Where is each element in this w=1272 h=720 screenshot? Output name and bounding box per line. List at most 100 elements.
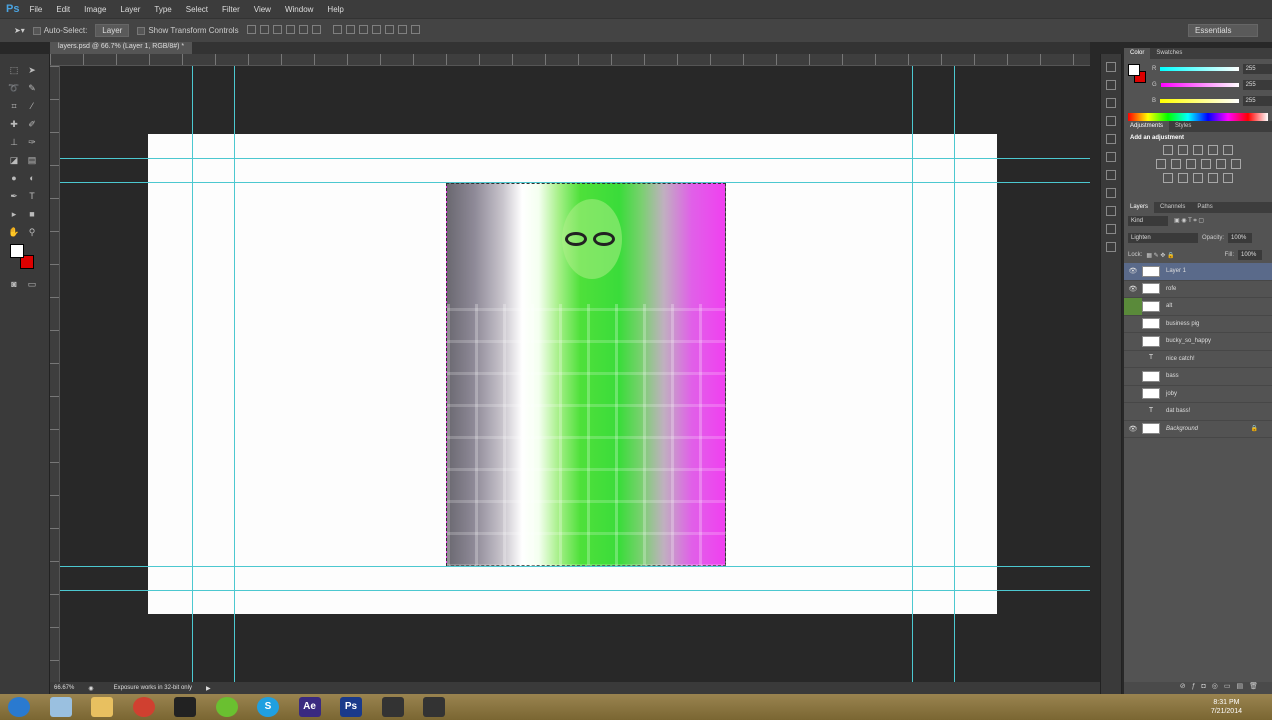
threshold-icon[interactable]	[1193, 173, 1203, 183]
tab-color[interactable]: Color	[1124, 48, 1151, 59]
tab-swatches[interactable]: Swatches	[1150, 48, 1188, 59]
menu-help[interactable]: Help	[327, 5, 343, 14]
eyedropper-tool-icon[interactable]: ⁄	[26, 100, 38, 112]
layer-name[interactable]: dat bass!	[1166, 408, 1190, 414]
layer-name[interactable]: bass	[1166, 373, 1179, 379]
black-white-icon[interactable]	[1185, 159, 1196, 169]
tools-icon[interactable]	[1106, 242, 1116, 252]
blue-value[interactable]: 255	[1242, 96, 1272, 106]
zoom-tool-icon[interactable]: ⚲	[26, 226, 38, 238]
taskbar-chrome-icon[interactable]	[132, 697, 155, 717]
blue-slider[interactable]	[1160, 99, 1239, 103]
opacity-value[interactable]: 100%	[1228, 233, 1253, 243]
foreground-color-swatch[interactable]	[10, 244, 24, 258]
invert-icon[interactable]	[1163, 173, 1173, 183]
filter-icons[interactable]: ▣ ◉ T ⌗ ▢	[1174, 217, 1204, 225]
channel-mixer-icon[interactable]	[1215, 159, 1226, 169]
foreground-color[interactable]	[1128, 64, 1140, 76]
tab-channels[interactable]: Channels	[1154, 202, 1191, 213]
menu-type[interactable]: Type	[154, 5, 171, 14]
distribute-buttons[interactable]	[332, 25, 424, 36]
workspace-dropdown[interactable]: Essentials	[1188, 24, 1258, 37]
color-balance-icon[interactable]	[1170, 159, 1181, 169]
menu-edit[interactable]: Edit	[56, 5, 70, 14]
character-panel-icon[interactable]	[1106, 170, 1116, 180]
red-slider[interactable]	[1160, 67, 1239, 71]
dodge-tool-icon[interactable]: ◐	[26, 172, 38, 184]
guide-horizontal[interactable]	[60, 182, 1090, 183]
taskbar-photoshop-icon[interactable]: Ps	[340, 697, 362, 717]
layer-actions-bar[interactable]: ⊘ƒ◘◎▭▤🗑	[1124, 682, 1272, 694]
tab-styles[interactable]: Styles	[1169, 121, 1197, 132]
brightness-icon[interactable]	[1163, 145, 1173, 155]
exposure-icon[interactable]	[1208, 145, 1218, 155]
green-value[interactable]: 255	[1242, 80, 1272, 90]
paragraph-panel-icon[interactable]	[1106, 188, 1116, 198]
taskbar-steam-icon[interactable]	[174, 697, 196, 717]
layer-name[interactable]: joby	[1166, 391, 1177, 397]
taskbar-after-effects-icon[interactable]: Ae	[298, 697, 321, 717]
taskbar-explorer-icon[interactable]	[91, 697, 113, 717]
visibility-eye-icon[interactable]: 👁	[1124, 285, 1142, 293]
photo-filter-icon[interactable]	[1200, 159, 1211, 169]
lasso-tool-icon[interactable]: ➰	[8, 82, 20, 94]
quick-mask-icon[interactable]: ◙	[8, 278, 20, 290]
layer-row[interactable]: alt	[1124, 297, 1272, 316]
layer-row[interactable]: 👁 Background 🔒	[1124, 421, 1272, 438]
layer-name[interactable]: alt	[1166, 303, 1172, 309]
menu-select[interactable]: Select	[186, 5, 208, 14]
history-brush-icon[interactable]: ✑	[26, 136, 38, 148]
taskbar-start-icon[interactable]	[8, 697, 30, 717]
hand-tool-icon[interactable]: ✋	[8, 226, 20, 238]
move-tool-icon[interactable]: ➤▾	[14, 26, 25, 35]
layer-comps-icon[interactable]	[1106, 206, 1116, 216]
info-icon[interactable]: ◉	[88, 685, 93, 692]
layer-row[interactable]: 👁 rofe	[1124, 281, 1272, 298]
actions-panel-icon[interactable]	[1106, 80, 1116, 90]
move-tool-icon[interactable]: ➤	[26, 64, 38, 76]
align-buttons[interactable]	[246, 25, 325, 36]
brush-tool-icon[interactable]: ✐	[26, 118, 38, 130]
crop-tool-icon[interactable]: ⌗	[8, 100, 20, 112]
taskbar-file-manager-icon[interactable]	[49, 697, 72, 717]
healing-tool-icon[interactable]: ✚	[8, 118, 20, 130]
info-panel-icon[interactable]	[1106, 134, 1116, 144]
brush-panel-icon[interactable]	[1106, 98, 1116, 108]
layer-row[interactable]: business pig	[1124, 316, 1272, 333]
visibility-eye-icon[interactable]	[1124, 297, 1142, 315]
status-menu-arrow-icon[interactable]: ▶	[206, 685, 211, 692]
layer-name[interactable]: bucky_so_happy	[1166, 338, 1211, 344]
gradient-map-icon[interactable]	[1223, 173, 1233, 183]
layer-row[interactable]: joby	[1124, 386, 1272, 403]
tool-presets-icon[interactable]	[1106, 224, 1116, 234]
visibility-eye-icon[interactable]: 👁	[1124, 425, 1142, 433]
taskbar-app-1-icon[interactable]	[381, 697, 404, 717]
stamp-tool-icon[interactable]: ⊥	[8, 136, 20, 148]
taskbar-skype-icon[interactable]: S	[257, 697, 279, 717]
layer-name[interactable]: rofe	[1166, 286, 1176, 292]
fill-value[interactable]: 100%	[1238, 250, 1262, 260]
pen-tool-icon[interactable]: ✒	[8, 190, 20, 202]
layer-1-photo-selection[interactable]	[446, 183, 727, 567]
layer-row[interactable]: Tdat bass!	[1124, 403, 1272, 421]
layer-filter-kind[interactable]: Kind	[1128, 216, 1168, 226]
show-transform-checkbox[interactable]: Show Transform Controls	[137, 26, 239, 35]
layer-name[interactable]: Background	[1166, 426, 1198, 432]
path-select-tool-icon[interactable]: ▸	[8, 208, 20, 220]
lock-icons[interactable]: ▦ ✎ ✥ 🔒	[1146, 252, 1174, 259]
visibility-eye-icon[interactable]: 👁	[1124, 267, 1142, 275]
menu-filter[interactable]: Filter	[222, 5, 240, 14]
zoom-level[interactable]: 66.67%	[54, 685, 74, 691]
history-panel-icon[interactable]	[1106, 62, 1116, 72]
layer-row[interactable]: bass	[1124, 368, 1272, 386]
system-clock[interactable]: 8:31 PM 7/21/2014	[1211, 698, 1242, 716]
menu-view[interactable]: View	[254, 5, 271, 14]
tab-layers[interactable]: Layers	[1124, 202, 1155, 213]
curves-icon[interactable]	[1193, 145, 1203, 155]
menu-file[interactable]: File	[29, 5, 42, 14]
color-lookup-icon[interactable]	[1230, 159, 1241, 169]
levels-icon[interactable]	[1178, 145, 1188, 155]
menu-layer[interactable]: Layer	[120, 5, 140, 14]
green-slider[interactable]	[1160, 83, 1239, 87]
tab-paths[interactable]: Paths	[1191, 202, 1218, 213]
